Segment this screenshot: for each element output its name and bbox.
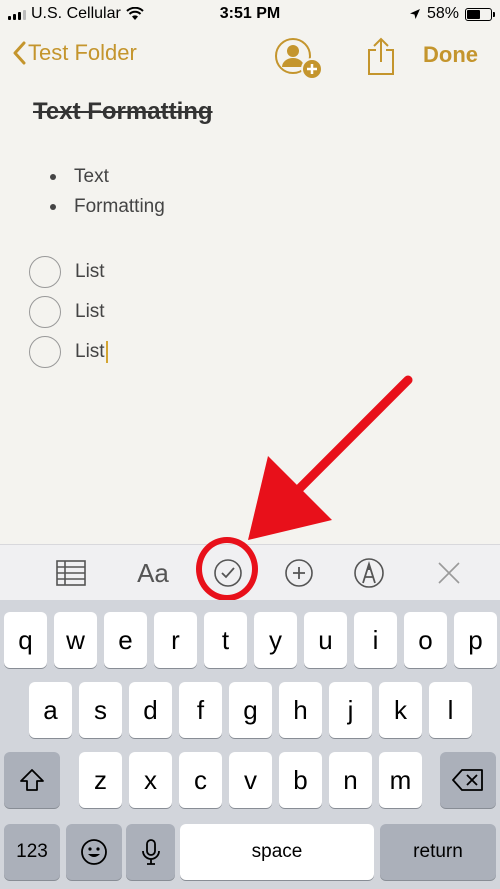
- add-person-icon: [275, 38, 323, 80]
- key-d[interactable]: d: [129, 682, 172, 738]
- key-k[interactable]: k: [379, 682, 422, 738]
- key-l[interactable]: l: [429, 682, 472, 738]
- back-label: Test Folder: [28, 40, 137, 65]
- key-z[interactable]: z: [79, 752, 122, 808]
- location-arrow-icon: [409, 9, 420, 19]
- delete-key[interactable]: [440, 752, 496, 808]
- key-j[interactable]: j: [329, 682, 372, 738]
- bullet-list: Text Formatting: [50, 162, 165, 222]
- bullet-dot: [50, 204, 56, 210]
- bullet-dot: [50, 174, 56, 180]
- return-key[interactable]: return: [380, 824, 496, 880]
- key-q[interactable]: q: [4, 612, 47, 668]
- markup-button[interactable]: [351, 555, 387, 591]
- microphone-icon: [141, 839, 160, 865]
- table-button[interactable]: [53, 555, 89, 591]
- key-r[interactable]: r: [154, 612, 197, 668]
- close-keyboard-button[interactable]: [431, 555, 467, 591]
- note-title: Text Formatting: [33, 98, 213, 125]
- key-t[interactable]: t: [204, 612, 247, 668]
- share-button[interactable]: [366, 36, 396, 81]
- add-icon: [285, 559, 313, 587]
- markup-icon: [354, 558, 384, 588]
- key-h[interactable]: h: [279, 682, 322, 738]
- checkbox-circle[interactable]: [29, 256, 61, 288]
- text-cursor: [105, 341, 108, 363]
- space-key[interactable]: space: [180, 824, 374, 880]
- close-icon: [438, 562, 460, 584]
- key-p[interactable]: p: [454, 612, 497, 668]
- table-icon: [56, 560, 86, 586]
- done-button[interactable]: Done: [423, 42, 478, 68]
- key-v[interactable]: v: [229, 752, 272, 808]
- key-y[interactable]: y: [254, 612, 297, 668]
- chevron-left-icon: [13, 41, 26, 65]
- note-body[interactable]: Text Formatting Text Formatting List Lis…: [0, 84, 500, 544]
- highlight-ring: [196, 537, 258, 601]
- text-format-button[interactable]: Aa: [133, 555, 173, 591]
- status-right: 58%: [409, 5, 495, 23]
- key-o[interactable]: o: [404, 612, 447, 668]
- checklist: List List List: [29, 252, 108, 372]
- key-u[interactable]: u: [304, 612, 347, 668]
- back-button[interactable]: Test Folder: [12, 40, 137, 66]
- key-m[interactable]: m: [379, 752, 422, 808]
- key-f[interactable]: f: [179, 682, 222, 738]
- numbers-key[interactable]: 123: [4, 824, 60, 880]
- key-g[interactable]: g: [229, 682, 272, 738]
- shift-icon: [20, 769, 44, 791]
- shift-key[interactable]: [4, 752, 60, 808]
- emoji-key[interactable]: [66, 824, 122, 880]
- battery-icon: [465, 7, 495, 21]
- insert-button[interactable]: [281, 555, 317, 591]
- checkbox-circle[interactable]: [29, 336, 61, 368]
- status-bar: U.S. Cellular 3:51 PM 58%: [0, 0, 500, 28]
- backspace-icon: [452, 769, 483, 791]
- emoji-icon: [81, 839, 107, 865]
- checkbox-circle[interactable]: [29, 296, 61, 328]
- bullet-item: Formatting: [50, 192, 165, 222]
- battery-percent: 58%: [426, 5, 459, 22]
- dictation-key[interactable]: [126, 824, 175, 880]
- keyboard: q w e r t y u i o p a s d f g h j k l z …: [0, 600, 500, 889]
- bullet-item: Text: [50, 162, 165, 192]
- checklist-item: List: [29, 252, 108, 292]
- add-people-button[interactable]: [274, 36, 326, 87]
- key-w[interactable]: w: [54, 612, 97, 668]
- checklist-item: List: [29, 292, 108, 332]
- key-a[interactable]: a: [29, 682, 72, 738]
- key-n[interactable]: n: [329, 752, 372, 808]
- key-s[interactable]: s: [79, 682, 122, 738]
- key-x[interactable]: x: [129, 752, 172, 808]
- key-e[interactable]: e: [104, 612, 147, 668]
- checklist-item: List: [29, 332, 108, 372]
- key-i[interactable]: i: [354, 612, 397, 668]
- share-icon: [368, 37, 394, 75]
- nav-bar: Test Folder Done: [0, 28, 500, 84]
- key-c[interactable]: c: [179, 752, 222, 808]
- key-b[interactable]: b: [279, 752, 322, 808]
